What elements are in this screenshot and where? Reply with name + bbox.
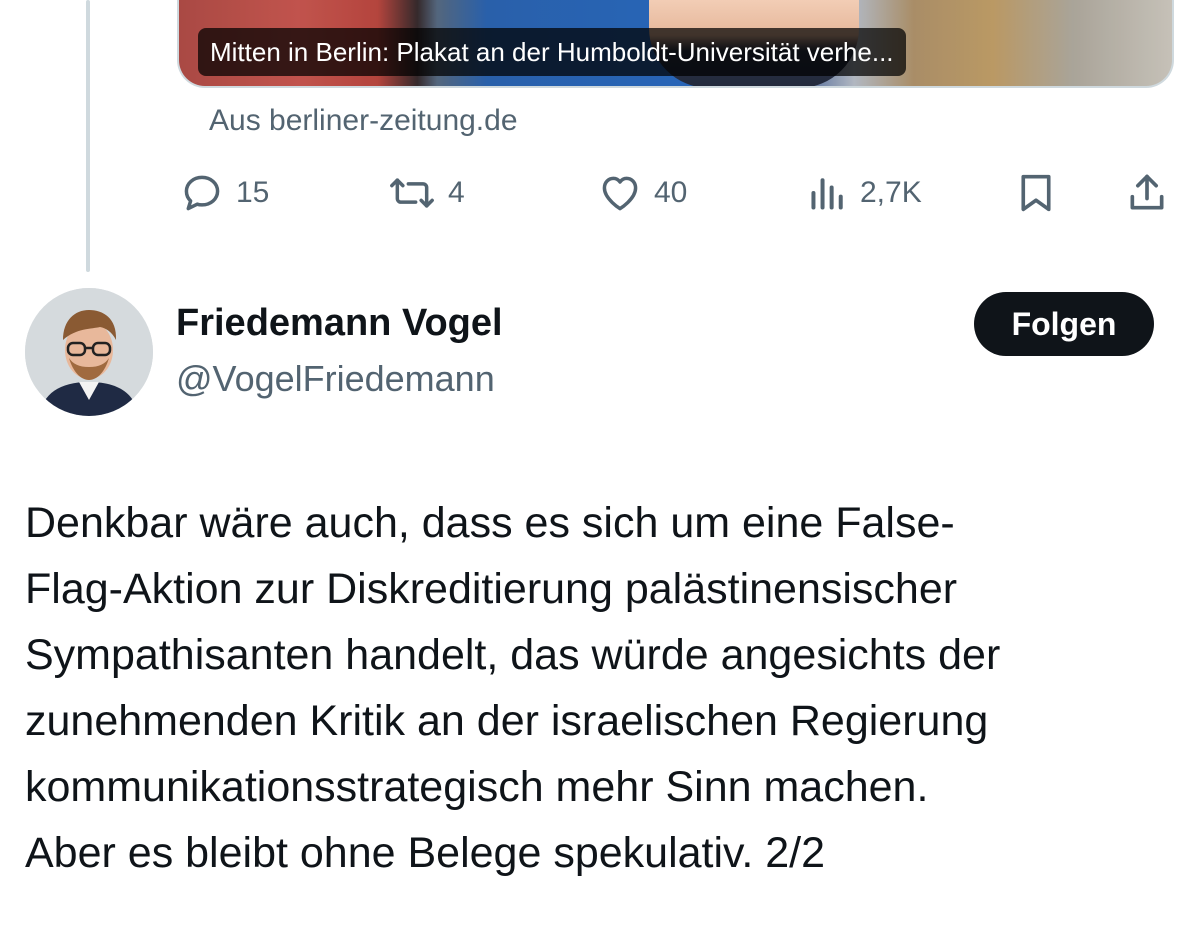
share-icon (1125, 171, 1169, 215)
tweet-text-line: Denkbar wäre auch, dass es sich um eine … (25, 499, 955, 547)
reply-icon (180, 171, 224, 215)
tweet-text-line: Aber es bleibt ohne Belege spekulativ. 2… (25, 829, 826, 877)
avatar[interactable] (25, 288, 153, 416)
tweet-action-bar: 15 4 40 2,7K (0, 165, 1200, 221)
like-button[interactable]: 40 (598, 165, 687, 221)
tweet-text: Denkbar wäre auch, dass es sich um eine … (25, 490, 1185, 886)
bookmark-icon (1016, 171, 1056, 215)
author-handle[interactable]: @VogelFriedemann (176, 358, 495, 400)
tweet-text-line: kommunikationsstrategisch mehr Sinn mach… (25, 763, 929, 811)
reply-button[interactable]: 15 (180, 165, 269, 221)
repost-count: 4 (448, 176, 465, 209)
follow-button[interactable]: Folgen (974, 292, 1154, 356)
reply-count: 15 (236, 176, 270, 209)
link-card-source[interactable]: Aus berliner-zeitung.de (209, 104, 518, 138)
thread-connector-line (86, 0, 90, 272)
avatar-portrait (25, 288, 153, 416)
views-count: 2,7K (860, 176, 922, 209)
tweet-thread-view: Mitten in Berlin: Plakat an der Humboldt… (0, 0, 1200, 937)
author-name[interactable]: Friedemann Vogel (176, 302, 503, 345)
share-button[interactable] (1125, 165, 1169, 221)
heart-icon (598, 171, 642, 215)
views-button[interactable]: 2,7K (808, 165, 922, 221)
repost-icon (388, 171, 436, 215)
bookmark-button[interactable] (1016, 165, 1056, 221)
repost-button[interactable]: 4 (388, 165, 465, 221)
tweet-text-line: zunehmenden Kritik an der israelischen R… (25, 697, 989, 745)
views-icon (808, 171, 848, 215)
like-count: 40 (654, 176, 688, 209)
link-card-caption[interactable]: Mitten in Berlin: Plakat an der Humboldt… (198, 28, 906, 76)
tweet-text-line: Sympathisanten handelt, das würde angesi… (25, 631, 1001, 679)
tweet-text-line: Flag-Aktion zur Diskreditierung palästin… (25, 565, 958, 613)
